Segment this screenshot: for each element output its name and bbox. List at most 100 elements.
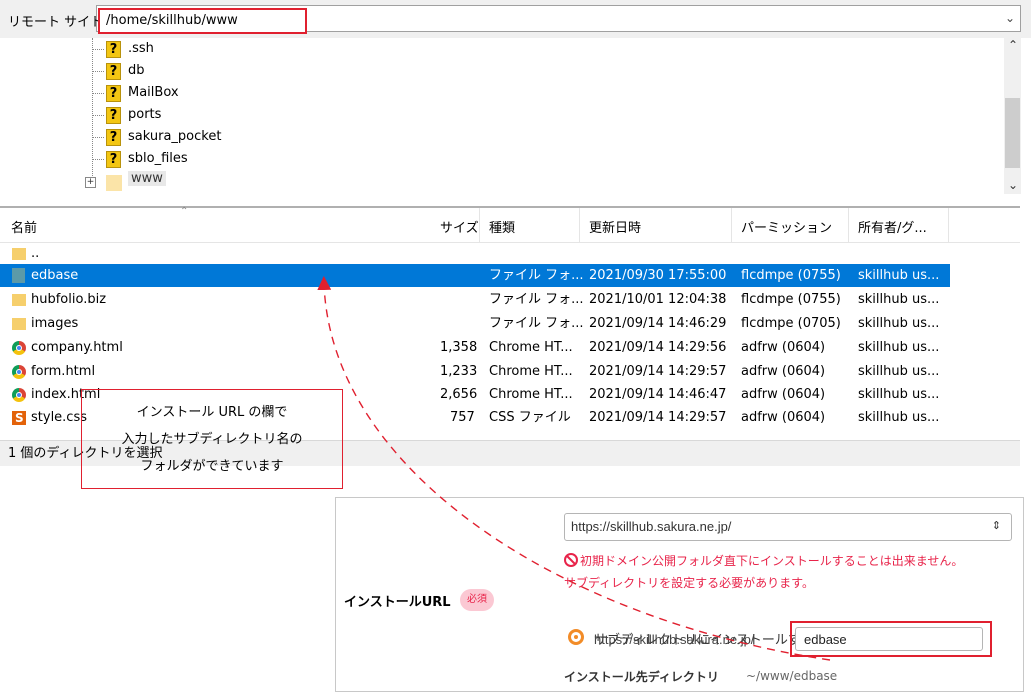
file-row-form[interactable]: form.html 1,233 Chrome HT... 2021/09/14 … [0, 360, 950, 383]
unknown-folder-icon: ? [106, 107, 121, 124]
warning-text-1: 初期ドメイン公開フォルダ直下にインストールすることは出来ません。 [580, 554, 964, 568]
column-name[interactable]: 名前 [11, 217, 37, 236]
sort-arrow-icon: ⌃ [180, 206, 189, 217]
file-name: .. [31, 246, 40, 261]
unknown-folder-icon: ? [106, 129, 121, 146]
file-size: 757 [450, 410, 475, 425]
file-type: Chrome HT... [489, 387, 573, 402]
file-permission: adfrw (0604) [741, 387, 826, 402]
file-modified: 2021/10/01 12:04:38 [589, 292, 727, 307]
file-type: Chrome HT... [489, 340, 573, 355]
warning-message: 初期ドメイン公開フォルダ直下にインストールすることは出来ません。 [564, 552, 963, 569]
install-url-label: インストールURL [344, 595, 451, 610]
install-settings-panel: https://skillhub.sakura.ne.jp/ ⇕ 初期ドメイン公… [335, 497, 1024, 692]
file-modified: 2021/09/14 14:29:57 [589, 410, 727, 425]
domain-select-value: https://skillhub.sakura.ne.jp/ [571, 519, 732, 534]
tree-connector-line [92, 38, 93, 176]
file-size: 2,656 [440, 387, 478, 402]
file-name: edbase [31, 268, 79, 283]
tree-item-label: .ssh [128, 41, 154, 56]
url-prefix: https://skillhub.sakura.ne.jp/ [594, 632, 755, 647]
column-permission[interactable]: パーミッション [741, 217, 832, 236]
file-modified: 2021/09/14 14:29:56 [589, 340, 727, 355]
unknown-folder-icon: ? [106, 151, 121, 168]
file-permission: adfrw (0604) [741, 364, 826, 379]
remote-site-label: リモート サイト: [8, 15, 108, 30]
tree-item-www[interactable]: www [128, 171, 166, 186]
unknown-folder-icon: ? [106, 63, 121, 80]
directory-tree: ? .ssh ? db ? MailBox ? ports ? sakura_p… [0, 38, 1031, 194]
file-name: company.html [31, 340, 123, 355]
file-size: 1,358 [440, 340, 478, 355]
chrome-icon [12, 341, 26, 355]
target-directory-label: インストール先ディレクトリ [564, 670, 719, 684]
file-type: ファイル フォ... [489, 268, 584, 283]
select-arrows-icon: ⇕ [991, 520, 1001, 532]
tree-item-label: sblo_files [128, 151, 188, 166]
warning-text-2: サブディレクトリを設定する必要があります。 [564, 576, 814, 590]
file-owner: skillhub us... [858, 316, 940, 331]
tree-scrollbar[interactable]: ⌃ ⌄ [1004, 38, 1021, 194]
column-size[interactable]: サイズ [440, 217, 479, 236]
annotation-callout: インストール URL の欄で 入力したサブディレクトリ名の フォルダができていま… [81, 389, 343, 489]
prohibited-icon [564, 553, 578, 567]
file-name: images [31, 316, 79, 331]
file-owner: skillhub us... [858, 340, 940, 355]
column-owner[interactable]: 所有者/グ... [858, 217, 927, 236]
file-owner: skillhub us... [858, 410, 940, 425]
chrome-icon [12, 388, 26, 402]
file-permission: flcdmpe (0755) [741, 292, 841, 307]
file-permission: flcdmpe (0755) [741, 268, 841, 283]
file-permission: adfrw (0604) [741, 340, 826, 355]
remote-path-input[interactable]: /home/skillhub/www [98, 8, 307, 34]
file-permission: flcdmpe (0705) [741, 316, 841, 331]
file-owner: skillhub us... [858, 364, 940, 379]
file-type: ファイル フォ... [489, 316, 584, 331]
chrome-icon [12, 365, 26, 379]
tree-item-label: ports [128, 107, 162, 122]
subdirectory-input[interactable] [795, 627, 983, 651]
chevron-down-icon[interactable]: ⌄ [1008, 178, 1018, 192]
unknown-folder-icon: ? [106, 41, 121, 58]
file-permission: adfrw (0604) [741, 410, 826, 425]
domain-select[interactable]: https://skillhub.sakura.ne.jp/ ⇕ [564, 513, 1012, 541]
target-directory-value: ~/www/edbase [746, 669, 838, 683]
file-type: Chrome HT... [489, 364, 573, 379]
expand-icon[interactable]: + [85, 177, 96, 188]
folder-icon [12, 294, 26, 306]
file-list-header: ⌃ 名前 サイズ 種類 更新日時 パーミッション 所有者/グ... [0, 206, 1020, 243]
file-owner: skillhub us... [858, 387, 940, 402]
file-name: style.css [31, 410, 87, 425]
file-type: ファイル フォ... [489, 292, 584, 307]
required-badge: 必須 [460, 589, 494, 611]
unknown-folder-icon: ? [106, 85, 121, 102]
file-owner: skillhub us... [858, 292, 940, 307]
folder-icon [12, 248, 26, 260]
file-row-edbase[interactable]: edbase ファイル フォ... 2021/09/30 17:55:00 fl… [0, 264, 950, 287]
folder-icon [106, 175, 122, 191]
callout-line-2: 入力したサブディレクトリ名の [121, 432, 303, 447]
remote-site-bar: リモート サイト: /home/skillhub/www ⌄ [0, 0, 1031, 39]
file-row-images[interactable]: images ファイル フォ... 2021/09/14 14:46:29 fl… [0, 312, 950, 335]
file-row-company[interactable]: company.html 1,358 Chrome HT... 2021/09/… [0, 336, 950, 359]
file-type: CSS ファイル [489, 410, 571, 425]
file-owner: skillhub us... [858, 268, 940, 283]
chevron-down-icon[interactable]: ⌄ [1005, 11, 1015, 25]
column-modified[interactable]: 更新日時 [589, 217, 641, 236]
subdirectory-radio[interactable] [568, 629, 584, 645]
folder-icon [12, 268, 25, 283]
css-file-icon [12, 407, 26, 430]
callout-line-1: インストール URL の欄で [136, 405, 288, 420]
chevron-up-icon[interactable]: ⌃ [1008, 38, 1018, 52]
file-modified: 2021/09/30 17:55:00 [589, 268, 727, 283]
tree-item-label: db [128, 63, 145, 78]
file-modified: 2021/09/14 14:46:29 [589, 316, 727, 331]
tree-item-label: sakura_pocket [128, 129, 222, 144]
column-type[interactable]: 種類 [489, 217, 515, 236]
file-row-hubfolio[interactable]: hubfolio.biz ファイル フォ... 2021/10/01 12:04… [0, 288, 950, 311]
callout-line-3: フォルダができています [140, 459, 284, 474]
folder-icon [12, 318, 26, 330]
scrollbar-thumb[interactable] [1005, 98, 1020, 168]
file-name: form.html [31, 364, 96, 379]
file-row-parent[interactable]: .. [0, 242, 950, 265]
